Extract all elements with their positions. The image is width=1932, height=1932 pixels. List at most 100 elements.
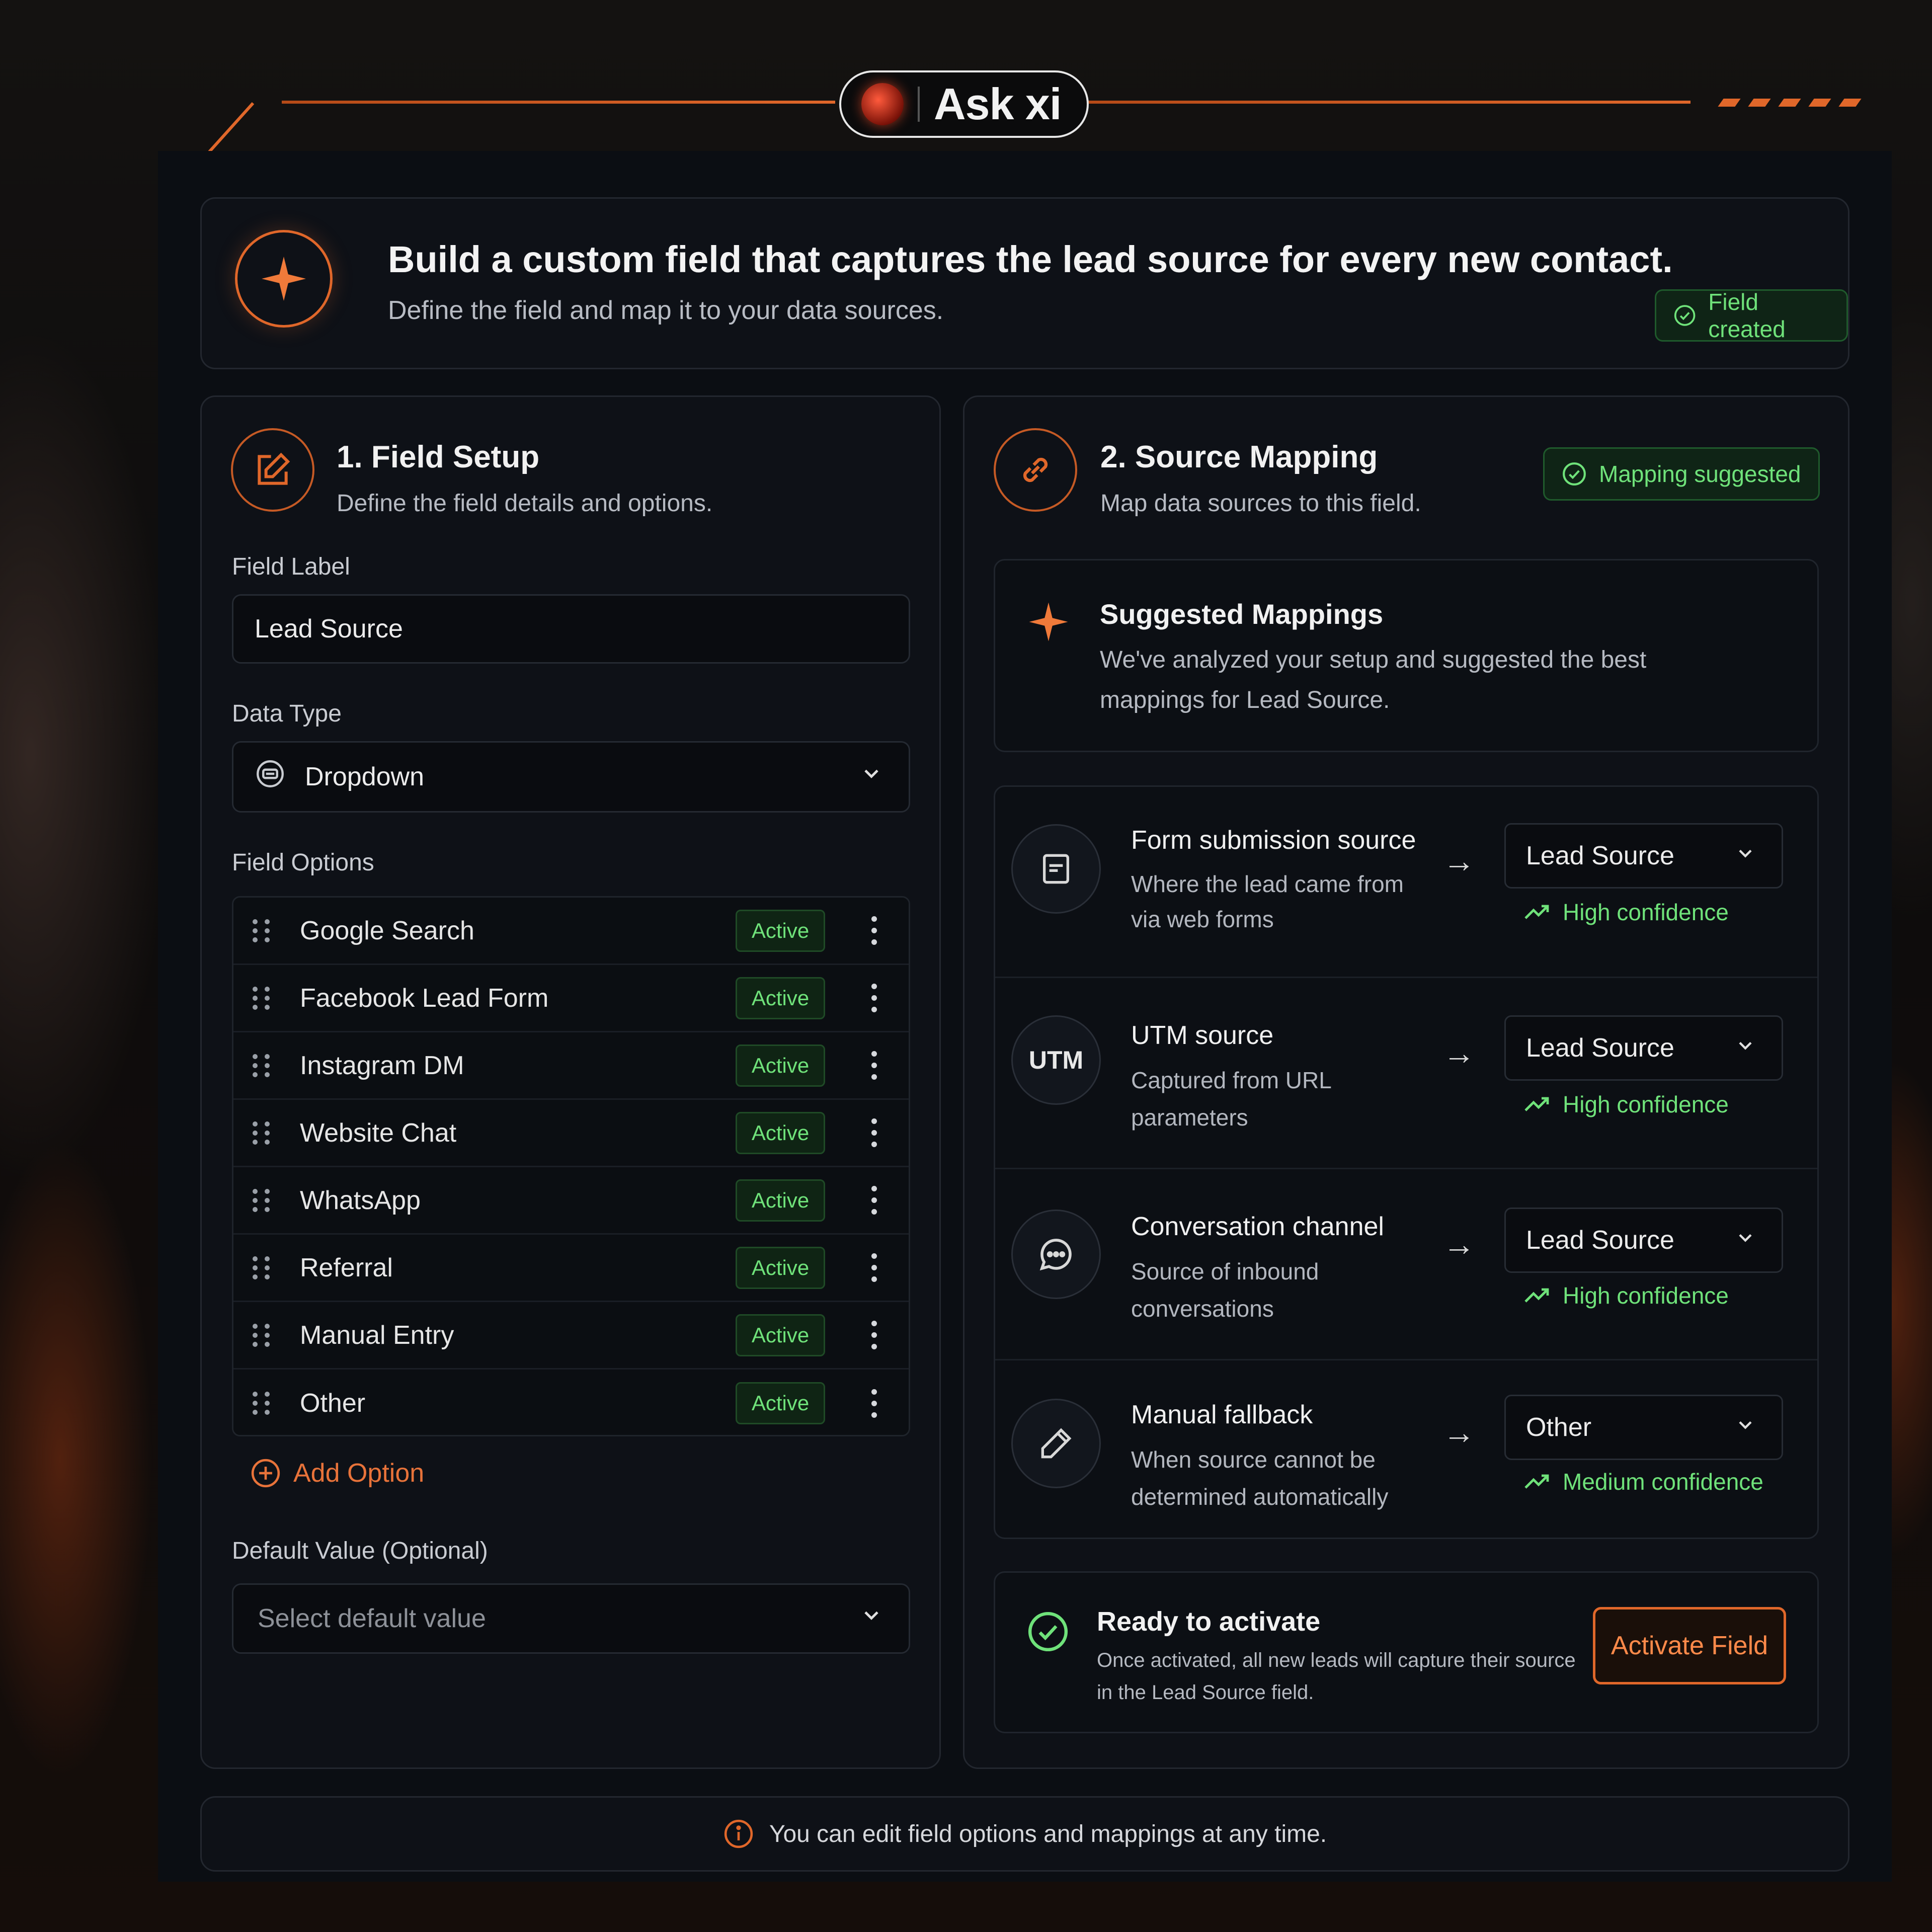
chevron-down-icon xyxy=(1734,1225,1756,1255)
suggested-mappings-title: Suggested Mappings xyxy=(1100,598,1384,630)
more-options-icon[interactable] xyxy=(871,916,877,945)
ready-title: Ready to activate xyxy=(1097,1606,1321,1637)
drag-handle-icon[interactable] xyxy=(253,1188,270,1212)
confidence-label: High confidence xyxy=(1563,1091,1729,1117)
dropdown-type-icon xyxy=(254,757,287,797)
option-label: Referral xyxy=(300,1253,393,1282)
option-row[interactable]: Referral Active xyxy=(233,1235,909,1302)
chevron-down-icon xyxy=(1734,1033,1756,1063)
trend-up-icon xyxy=(1524,1474,1549,1489)
option-status-badge: Active xyxy=(736,1246,825,1289)
field-options-list: Google Search Active Facebook Lead Form … xyxy=(232,896,910,1436)
default-value-placeholder: Select default value xyxy=(258,1604,486,1633)
trend-up-icon xyxy=(1524,1097,1549,1111)
more-options-icon[interactable] xyxy=(871,1186,877,1215)
mapping-target-select[interactable]: Lead Source xyxy=(1504,1015,1783,1081)
header-accent-line-right xyxy=(1087,101,1691,104)
activate-field-button[interactable]: Activate Field xyxy=(1593,1607,1786,1684)
option-row[interactable]: Website Chat Active xyxy=(233,1100,909,1167)
drag-handle-icon[interactable] xyxy=(253,919,270,942)
header-separator xyxy=(918,87,920,122)
field-setup-subtitle: Define the field details and options. xyxy=(337,490,713,517)
data-type-select[interactable]: Dropdown xyxy=(232,741,910,813)
add-option-button[interactable]: Add Option xyxy=(250,1458,424,1489)
default-value-select[interactable]: Select default value xyxy=(232,1583,910,1654)
mapping-title: Form submission source xyxy=(1131,826,1416,855)
chat-icon xyxy=(1011,1210,1101,1299)
prompt-subtitle: Define the field and map it to your data… xyxy=(388,296,944,325)
check-circle-icon xyxy=(1563,462,1586,486)
mapping-title: Manual fallback xyxy=(1131,1400,1313,1429)
app-title: Ask xi xyxy=(934,79,1062,129)
option-label: Other xyxy=(300,1389,366,1418)
more-options-icon[interactable] xyxy=(871,1253,877,1282)
check-circle-icon xyxy=(1674,305,1696,326)
option-status-badge: Active xyxy=(736,1382,825,1424)
chevron-down-icon xyxy=(1734,1412,1756,1442)
mapping-desc-line2: conversations xyxy=(1131,1296,1274,1322)
ask-xi-header[interactable]: Ask xi xyxy=(839,70,1089,138)
mapping-title: UTM source xyxy=(1131,1021,1274,1050)
field-label-input[interactable]: Lead Source xyxy=(232,594,910,664)
option-row[interactable]: Other Active xyxy=(233,1370,909,1435)
arrow-right-icon: → xyxy=(1443,1414,1475,1451)
option-label: Google Search xyxy=(300,916,474,945)
mapping-desc-line1: Where the lead came from xyxy=(1131,871,1404,897)
confidence-label: High confidence xyxy=(1563,899,1729,925)
more-options-icon[interactable] xyxy=(871,1389,877,1418)
mapping-target-select[interactable]: Lead Source xyxy=(1504,823,1783,889)
main-panel: Build a custom field that captures the l… xyxy=(158,151,1892,1882)
option-status-badge: Active xyxy=(736,909,825,952)
more-options-icon[interactable] xyxy=(871,1051,877,1080)
arrow-right-icon: → xyxy=(1443,1035,1475,1071)
drag-handle-icon[interactable] xyxy=(253,1121,270,1145)
mapping-suggested-label: Mapping suggested xyxy=(1599,461,1801,487)
link-icon xyxy=(994,428,1077,512)
more-options-icon[interactable] xyxy=(871,984,877,1012)
drag-handle-icon[interactable] xyxy=(253,1323,270,1347)
suggested-mappings-desc-line1: We've analyzed your setup and suggested … xyxy=(1100,647,1647,673)
data-type-value: Dropdown xyxy=(305,762,425,791)
header-accent-line-left xyxy=(282,101,835,104)
edit-icon xyxy=(231,428,314,512)
option-status-badge: Active xyxy=(736,1111,825,1154)
mapping-target-select[interactable]: Other xyxy=(1504,1395,1783,1460)
ready-desc-line2: in the Lead Source field. xyxy=(1097,1681,1314,1704)
option-label: Website Chat xyxy=(300,1118,457,1148)
more-options-icon[interactable] xyxy=(871,1118,877,1147)
mapping-target-select[interactable]: Lead Source xyxy=(1504,1208,1783,1273)
mapping-desc-line1: Captured from URL xyxy=(1131,1067,1332,1093)
option-row[interactable]: Facebook Lead Form Active xyxy=(233,965,909,1032)
option-label: Facebook Lead Form xyxy=(300,983,549,1013)
drag-handle-icon[interactable] xyxy=(253,1256,270,1279)
field-label-value: Lead Source xyxy=(255,614,403,643)
mapping-suggested-badge: Mapping suggested xyxy=(1543,447,1820,501)
option-row[interactable]: Manual Entry Active xyxy=(233,1302,909,1370)
arrow-right-icon: → xyxy=(1443,843,1475,879)
option-row[interactable]: WhatsApp Active xyxy=(233,1167,909,1235)
check-circle-icon xyxy=(1026,1610,1070,1656)
confidence-label: Medium confidence xyxy=(1563,1469,1763,1495)
option-row[interactable]: Instagram DM Active xyxy=(233,1032,909,1100)
option-label: Manual Entry xyxy=(300,1320,454,1350)
option-row[interactable]: Google Search Active xyxy=(233,898,909,965)
chevron-down-icon xyxy=(1734,841,1756,871)
drag-handle-icon[interactable] xyxy=(253,1054,270,1077)
suggested-mappings-desc-line2: mappings for Lead Source. xyxy=(1100,687,1390,713)
drag-handle-icon[interactable] xyxy=(253,986,270,1010)
chevron-down-icon xyxy=(859,762,883,792)
sparkle-icon xyxy=(235,230,333,328)
mappings-list: Form submission source Where the lead ca… xyxy=(994,785,1819,1539)
option-label: WhatsApp xyxy=(300,1185,421,1215)
option-status-badge: Active xyxy=(736,1044,825,1087)
mapping-row-form: Form submission source Where the lead ca… xyxy=(995,787,1817,978)
more-options-icon[interactable] xyxy=(871,1321,877,1349)
chevron-down-icon xyxy=(859,1603,883,1634)
field-options-label: Field Options xyxy=(232,849,374,876)
trend-up-icon xyxy=(1524,1288,1549,1303)
confidence-indicator: Medium confidence xyxy=(1523,1468,1763,1495)
mapping-desc-line2: via web forms xyxy=(1131,906,1274,932)
drag-handle-icon[interactable] xyxy=(253,1392,270,1415)
mapping-target-value: Other xyxy=(1526,1413,1592,1442)
mapping-row-manual: Manual fallback When source cannot be de… xyxy=(995,1360,1817,1538)
